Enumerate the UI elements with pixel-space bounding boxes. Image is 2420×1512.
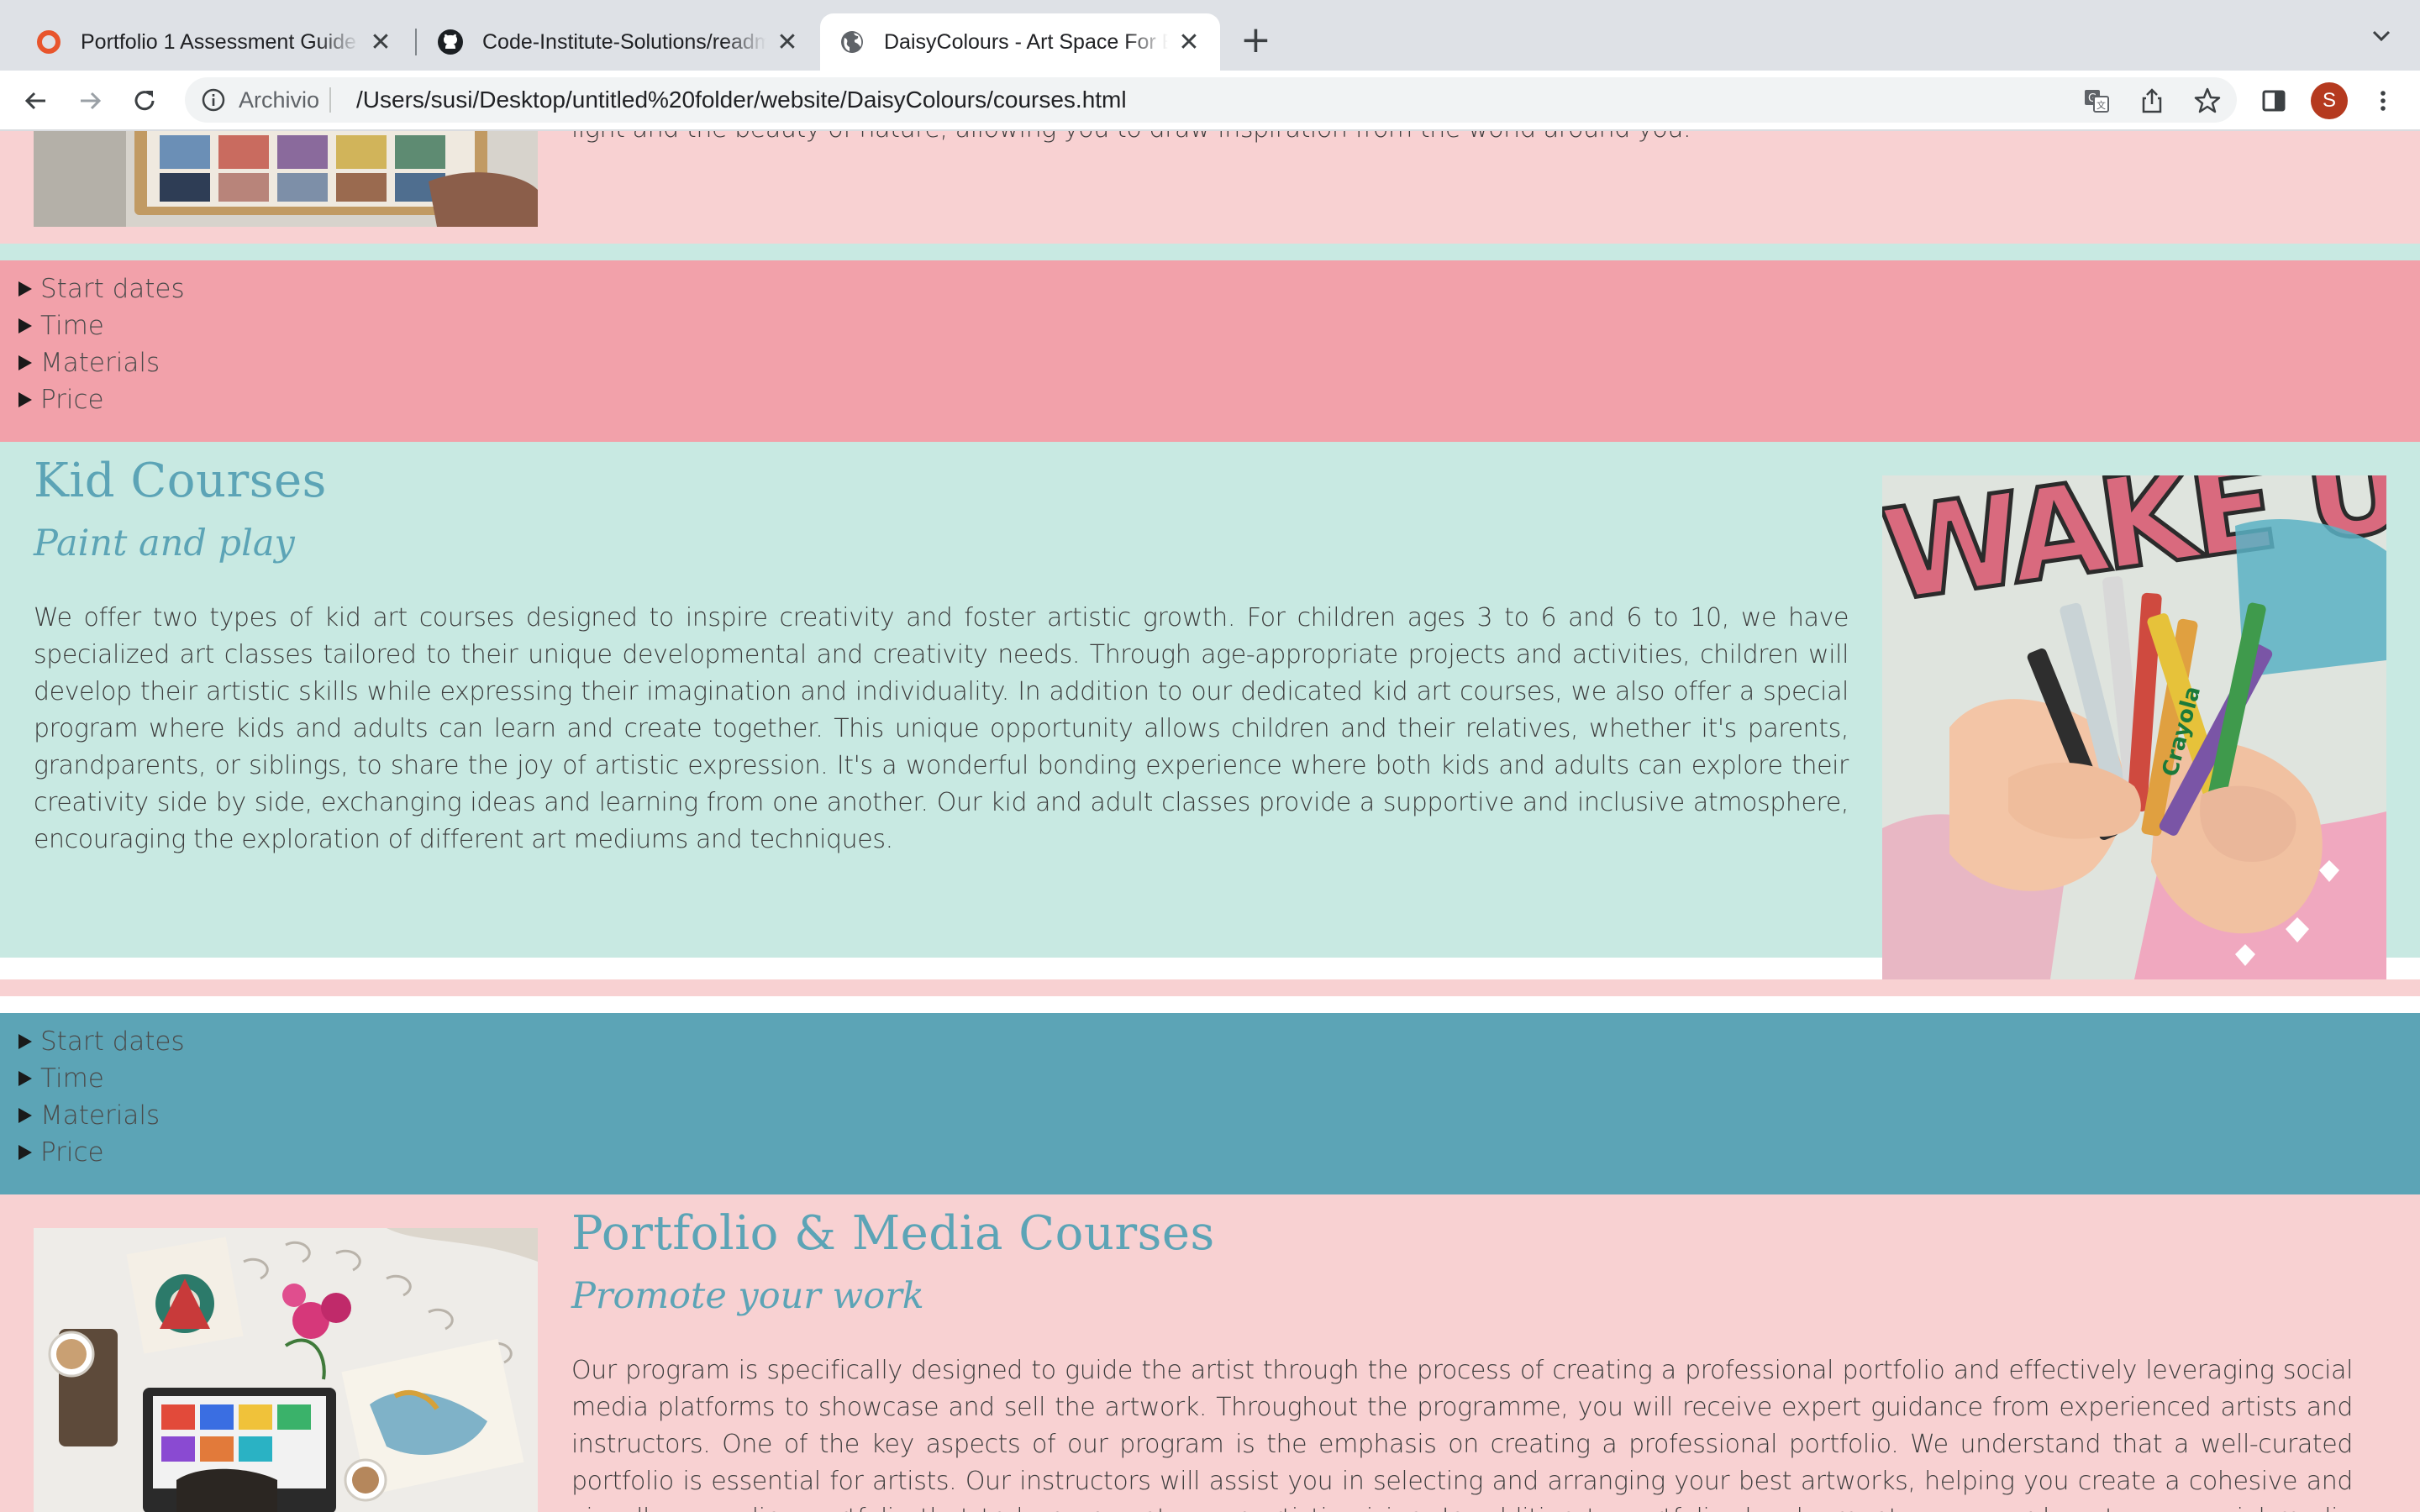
details-list: Start dates Time Materials Price: [17, 270, 185, 418]
details-price[interactable]: Price: [17, 1134, 185, 1171]
details-price[interactable]: Price: [17, 381, 185, 418]
portfolio-courses-section: Portfolio & Media Courses Promote your w…: [0, 1194, 2420, 1512]
kid-courses-description: We offer two types of kid art courses de…: [34, 603, 1849, 854]
details-start-dates[interactable]: Start dates: [17, 270, 185, 307]
portfolio-desk-image: [34, 1228, 538, 1512]
tab-title: Portfolio 1 Assessment Guide |: [81, 29, 360, 54]
close-tab-icon[interactable]: ✕: [775, 28, 800, 57]
details-start-dates[interactable]: Start dates: [17, 1023, 185, 1060]
details-materials[interactable]: Materials: [17, 344, 185, 381]
course-details-panel: Start dates Time Materials Price: [0, 1013, 2420, 1194]
details-materials[interactable]: Materials: [17, 1097, 185, 1134]
browser-toolbar: Archivio /Users/susi/Desktop/untitled%20…: [0, 71, 2420, 131]
omnibox-divider: [329, 87, 331, 113]
profile-avatar[interactable]: S: [2311, 82, 2348, 119]
portfolio-courses-description: Our program is specifically designed to …: [571, 1356, 2353, 1512]
kid-courses-subheading: Paint and play: [34, 522, 295, 564]
tab-title: DaisyColours - Art Space For Everyone: [884, 29, 1168, 54]
close-tab-icon[interactable]: ✕: [1176, 28, 1202, 57]
reload-icon[interactable]: [129, 86, 160, 116]
disclosure-triangle-icon: [18, 392, 32, 407]
divider-strip: [0, 244, 2420, 260]
side-panel-icon[interactable]: [2259, 86, 2289, 116]
disclosure-triangle-icon: [18, 355, 32, 370]
portfolio-courses-heading: Portfolio & Media Courses: [571, 1206, 1215, 1261]
disclosure-triangle-icon: [18, 1071, 32, 1086]
svg-text:文: 文: [2096, 99, 2106, 111]
new-tab-button[interactable]: +: [1240, 22, 1271, 59]
watercolour-palette-image: [34, 131, 538, 227]
share-icon[interactable]: [2138, 87, 2166, 118]
kid-crayons-image: WAKE UP Crayola: [1882, 475, 2386, 979]
tab-strip: Portfolio 1 Assessment Guide | ✕ Code-In…: [0, 0, 2420, 71]
page-viewport: light and the beauty of nature, allowing…: [0, 131, 2420, 1512]
divider-strip: [0, 979, 2420, 996]
tab-code-institute[interactable]: Code-Institute-Solutions/readme ✕: [418, 13, 818, 71]
watercolour-course-section: light and the beauty of nature, allowing…: [0, 131, 2420, 244]
tab-daisycolours[interactable]: DaisyColours - Art Space For Everyone ✕: [820, 13, 1220, 71]
more-menu-icon[interactable]: [2368, 86, 2398, 116]
kid-courses-heading: Kid Courses: [34, 454, 327, 508]
disclosure-triangle-icon: [18, 318, 32, 333]
details-list: Start dates Time Materials Price: [17, 1023, 185, 1171]
details-time[interactable]: Time: [17, 307, 185, 344]
portfolio-courses-subheading: Promote your work: [571, 1275, 924, 1317]
tab-title: Code-Institute-Solutions/readme: [482, 29, 766, 54]
file-scheme-label: Archivio: [239, 87, 320, 113]
forward-arrow-icon[interactable]: [76, 86, 106, 116]
disclosure-triangle-icon: [18, 281, 32, 297]
tab-search-chevron-icon[interactable]: [2368, 22, 2395, 52]
partial-paragraph: light and the beauty of nature, allowing…: [571, 131, 2386, 144]
tab-separator: [415, 29, 417, 55]
details-time[interactable]: Time: [17, 1060, 185, 1097]
disclosure-triangle-icon: [18, 1108, 32, 1123]
back-arrow-icon[interactable]: [20, 86, 50, 116]
close-tab-icon[interactable]: ✕: [368, 28, 393, 57]
translate-icon[interactable]: G文: [2082, 87, 2111, 118]
orange-ring-icon: [35, 29, 62, 55]
disclosure-triangle-icon: [18, 1145, 32, 1160]
disclosure-triangle-icon: [18, 1034, 32, 1049]
tab-portfolio-guide[interactable]: Portfolio 1 Assessment Guide | ✕: [17, 13, 412, 71]
globe-icon: [839, 29, 865, 55]
bookmark-star-icon[interactable]: [2193, 87, 2222, 118]
url-text[interactable]: /Users/susi/Desktop/untitled%20folder/we…: [356, 87, 1127, 113]
info-icon[interactable]: [200, 87, 227, 117]
course-details-panel: Start dates Time Materials Price: [0, 260, 2420, 442]
github-icon: [437, 29, 464, 55]
address-bar[interactable]: Archivio /Users/susi/Desktop/untitled%20…: [185, 77, 2237, 123]
